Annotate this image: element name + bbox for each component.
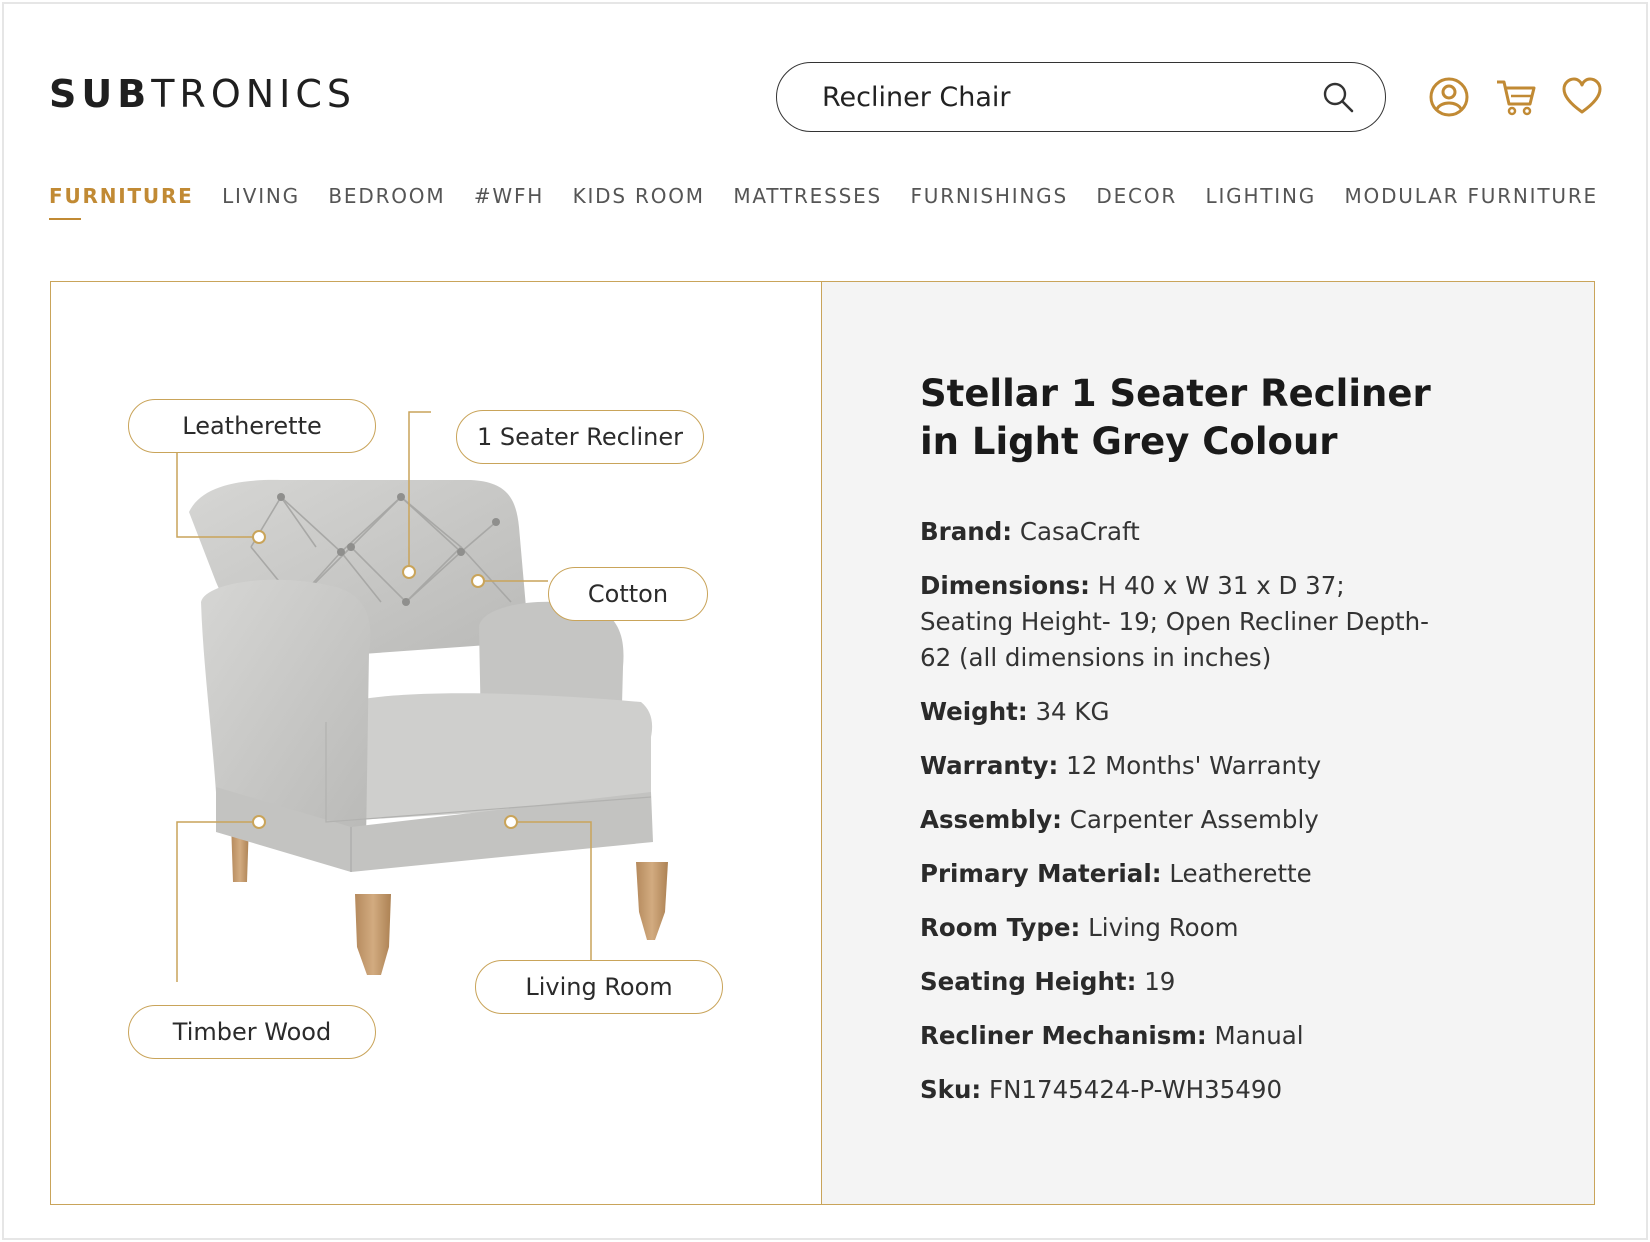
nav-item-kids-room[interactable]: KIDS ROOM — [573, 184, 705, 208]
search-bar[interactable] — [776, 62, 1386, 132]
nav-item-lighting[interactable]: LIGHTING — [1206, 184, 1317, 208]
nav-item-modular-furniture[interactable]: MODULAR FURNITURE — [1345, 184, 1598, 208]
product-title: Stellar 1 Seater Recliner in Light Grey … — [920, 372, 1431, 463]
product-details-panel: Stellar 1 Seater Recliner in Light Grey … — [822, 282, 1594, 1204]
callout-living-room: Living Room — [475, 960, 723, 1014]
spec-seating-height: Seating Height: 19 — [920, 967, 1176, 996]
brand-logo[interactable]: SUBTRONICS — [49, 72, 356, 116]
nav-item-mattresses[interactable]: MATTRESSES — [733, 184, 882, 208]
spec-brand: Brand: CasaCraft — [920, 517, 1140, 546]
nav-item-wfh[interactable]: #WFH — [474, 184, 544, 208]
product-image-panel: Leatherette 1 Seater Recliner Cotton Liv… — [51, 282, 822, 1204]
spec-recliner-mechanism: Recliner Mechanism: Manual — [920, 1021, 1304, 1050]
nav-item-bedroom[interactable]: BEDROOM — [328, 184, 445, 208]
spec-dimensions: Dimensions: H 40 x W 31 x D 37; Seating … — [920, 571, 1429, 672]
callout-timber-wood: Timber Wood — [128, 1005, 376, 1059]
callout-cotton: Cotton — [548, 567, 708, 621]
heart-icon[interactable] — [1560, 75, 1604, 119]
spec-sku: Sku: FN1745424-P-WH35490 — [920, 1075, 1283, 1104]
spec-list: Brand: CasaCraft Dimensions: H 40 x W 31… — [920, 514, 1440, 1126]
chair-leg-front — [355, 894, 391, 975]
spec-primary-material: Primary Material: Leatherette — [920, 859, 1312, 888]
cart-icon[interactable] — [1494, 75, 1538, 119]
nav-item-furnishings[interactable]: FURNISHINGS — [910, 184, 1068, 208]
user-icon[interactable] — [1427, 75, 1471, 119]
search-icon[interactable] — [1321, 80, 1355, 114]
spec-warranty: Warranty: 12 Months' Warranty — [920, 751, 1322, 780]
callout-seater-recliner: 1 Seater Recliner — [456, 410, 704, 464]
nav-item-living[interactable]: LIVING — [222, 184, 300, 208]
spec-assembly: Assembly: Carpenter Assembly — [920, 805, 1319, 834]
category-nav: FURNITURE LIVING BEDROOM #WFH KIDS ROOM … — [49, 184, 1598, 220]
chair-leg-right — [636, 862, 668, 940]
product-panel: Leatherette 1 Seater Recliner Cotton Liv… — [50, 281, 1595, 1205]
nav-item-furniture[interactable]: FURNITURE — [49, 184, 194, 220]
nav-item-decor[interactable]: DECOR — [1096, 184, 1177, 208]
spec-weight: Weight: 34 KG — [920, 697, 1110, 726]
callout-leatherette: Leatherette — [128, 399, 376, 453]
spec-room-type: Room Type: Living Room — [920, 913, 1239, 942]
search-input[interactable] — [822, 81, 1321, 113]
